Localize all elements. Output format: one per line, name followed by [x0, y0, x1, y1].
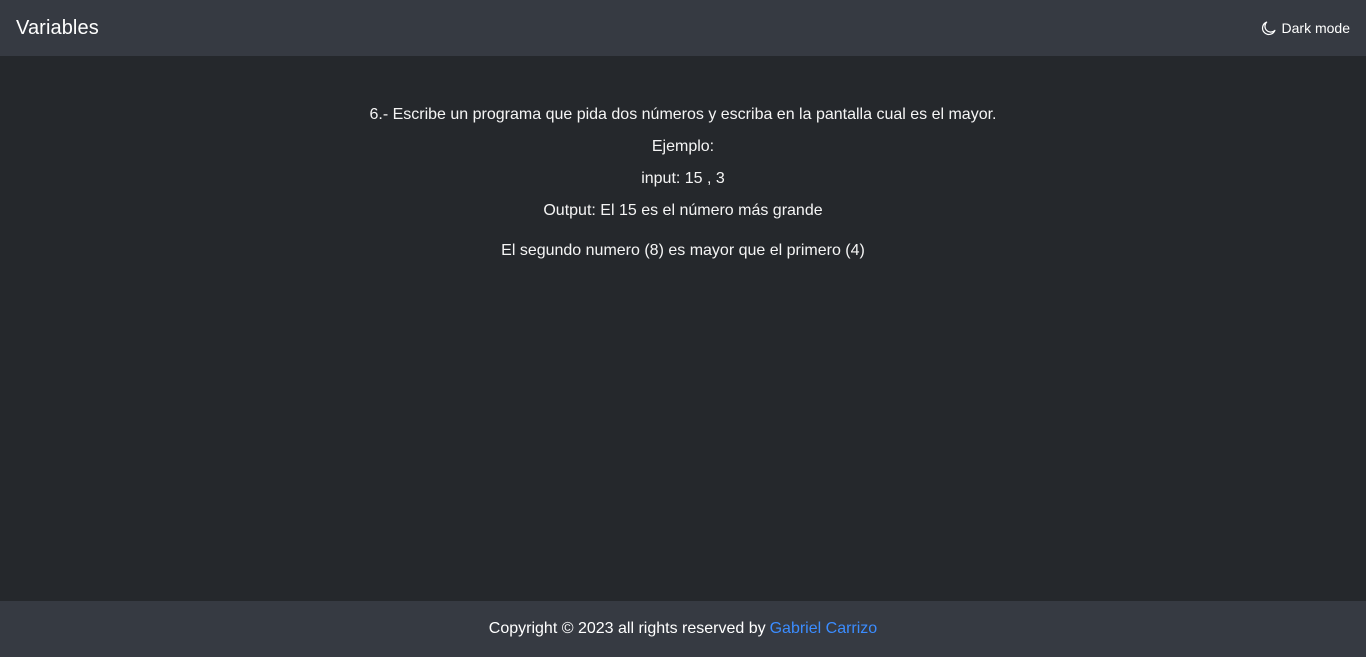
result-text: El segundo numero (8) es mayor que el pr…	[501, 242, 865, 259]
example-label: Ejemplo:	[651, 138, 715, 155]
dark-mode-toggle[interactable]: Dark mode	[1261, 20, 1350, 36]
moon-icon	[1261, 21, 1276, 36]
example-output: Output: El 15 es el número más grande	[543, 202, 823, 219]
navbar-brand[interactable]: Variables	[16, 17, 99, 40]
navbar: Variables Dark mode	[0, 0, 1366, 56]
dark-mode-label: Dark mode	[1281, 20, 1350, 36]
footer: Copyright © 2023 all rights reserved by …	[0, 601, 1366, 657]
author-link[interactable]: Gabriel Carrizo	[770, 620, 878, 638]
copyright-text: Copyright © 2023 all rights reserved by	[488, 620, 766, 637]
exercise-statement: 6.- Escribe un programa que pida dos núm…	[369, 106, 997, 123]
example-input: input: 15 , 3	[641, 170, 725, 187]
main-content: 6.- Escribe un programa que pida dos núm…	[0, 56, 1366, 601]
